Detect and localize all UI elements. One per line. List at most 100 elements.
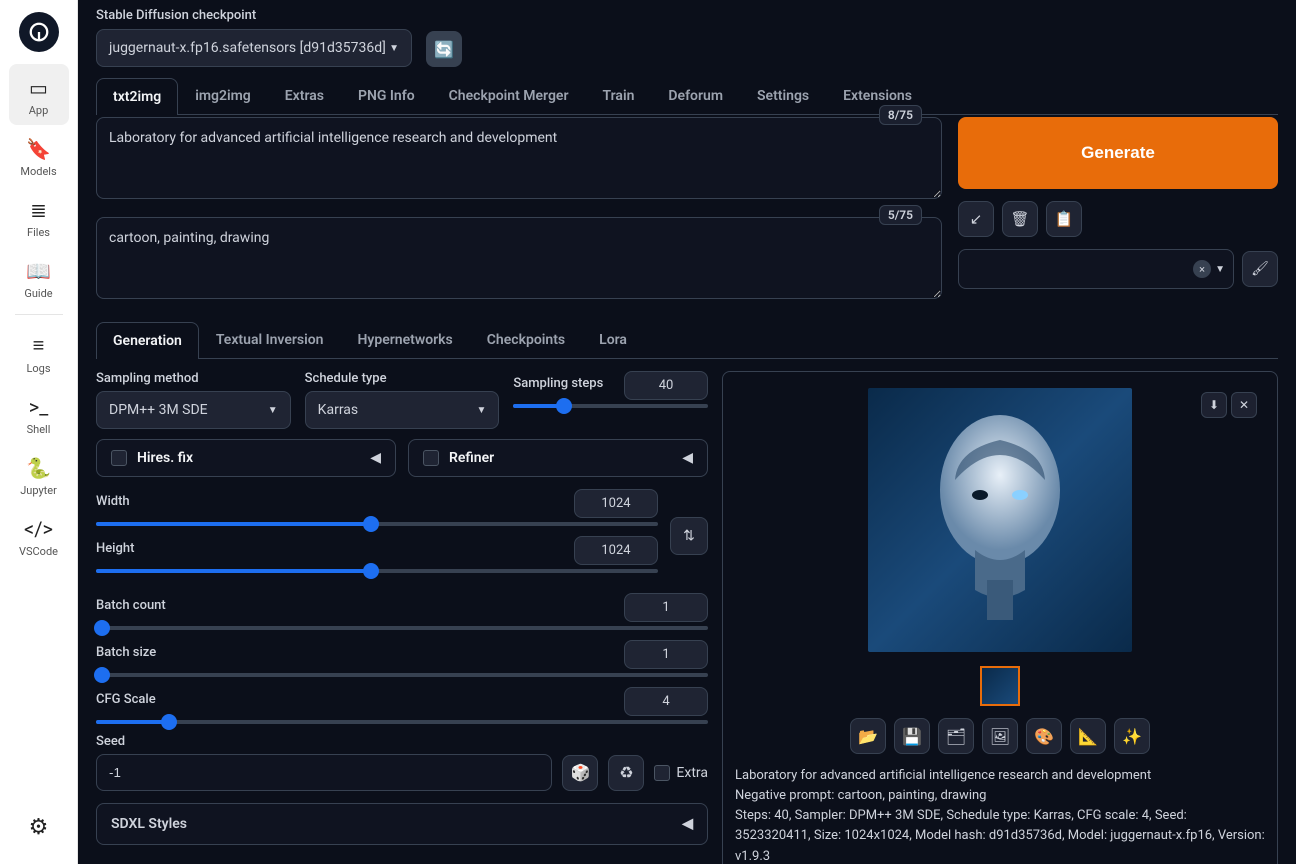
tab-deforum[interactable]: Deforum bbox=[651, 77, 740, 114]
schedule-type-select[interactable]: Karras ▼ bbox=[305, 391, 500, 429]
tab-train[interactable]: Train bbox=[586, 77, 652, 114]
output-thumbnail[interactable] bbox=[980, 666, 1020, 706]
height-value[interactable]: 1024 bbox=[574, 536, 658, 565]
code-icon: </> bbox=[24, 517, 53, 541]
sidebar-item-logs[interactable]: ≡ Logs bbox=[9, 321, 69, 383]
clear-style-button[interactable]: × bbox=[1193, 260, 1211, 278]
seed-input[interactable] bbox=[96, 754, 552, 791]
schedule-type-value: Karras bbox=[318, 402, 358, 418]
expand-left-icon: ◀ bbox=[370, 450, 381, 466]
archive-icon: 🗂 bbox=[946, 727, 966, 746]
seed-extra-checkbox[interactable] bbox=[654, 765, 670, 781]
expand-left-icon: ◀ bbox=[682, 816, 693, 832]
paste-button[interactable]: 📋 bbox=[1046, 201, 1082, 237]
hires-fix-checkbox[interactable] bbox=[111, 450, 127, 466]
hires-fix-toggle[interactable]: Hires. fix ◀ bbox=[96, 439, 396, 477]
send-extras-button[interactable]: 📐 bbox=[1070, 718, 1106, 754]
sidebar-item-app[interactable]: ▭ App bbox=[9, 64, 69, 125]
height-slider[interactable] bbox=[96, 569, 658, 573]
refiner-checkbox[interactable] bbox=[423, 450, 439, 466]
chevron-down-icon: ▼ bbox=[1215, 264, 1225, 275]
prompt-input[interactable] bbox=[96, 117, 942, 199]
subtab-generation[interactable]: Generation bbox=[96, 322, 199, 359]
sampling-method-value: DPM++ 3M SDE bbox=[109, 402, 208, 418]
cfg-scale-value[interactable]: 4 bbox=[624, 687, 708, 716]
checkpoint-label: Stable Diffusion checkpoint bbox=[96, 8, 412, 23]
tab-img2img[interactable]: img2img bbox=[178, 77, 268, 114]
sampling-method-select[interactable]: DPM++ 3M SDE ▼ bbox=[96, 391, 291, 429]
interrogate-button[interactable]: ↙ bbox=[958, 201, 994, 237]
close-image-button[interactable]: ✕ bbox=[1231, 392, 1257, 418]
sidebar-item-vscode[interactable]: </> VSCode bbox=[9, 505, 69, 566]
width-label: Width bbox=[96, 494, 130, 509]
output-image[interactable] bbox=[868, 388, 1132, 652]
output-meta-line: Steps: 40, Sampler: DPM++ 3M SDE, Schedu… bbox=[735, 806, 1265, 864]
subtab-hypernetworks[interactable]: Hypernetworks bbox=[341, 321, 470, 358]
clear-button[interactable]: 🗑 bbox=[1002, 201, 1038, 237]
edit-styles-button[interactable]: 🖌 bbox=[1242, 251, 1278, 287]
height-label: Height bbox=[96, 541, 134, 556]
seed-extra-label: Extra bbox=[676, 765, 708, 781]
subtab-checkpoints[interactable]: Checkpoints bbox=[470, 321, 582, 358]
bars-icon: ≡ bbox=[33, 333, 45, 358]
brush-icon: 🖌 bbox=[1251, 261, 1269, 277]
negprompt-token-counter: 5/75 bbox=[879, 205, 922, 225]
sidebar-item-files[interactable]: ≣ Files bbox=[9, 186, 69, 247]
sidebar-item-guide[interactable]: 📖 Guide bbox=[9, 247, 69, 308]
refiner-toggle[interactable]: Refiner ◀ bbox=[408, 439, 708, 477]
batch-size-value[interactable]: 1 bbox=[624, 640, 708, 669]
sidebar-item-shell[interactable]: >_ Shell bbox=[9, 383, 69, 444]
sidebar-settings[interactable]: ⚙ bbox=[9, 803, 69, 852]
width-slider[interactable] bbox=[96, 522, 658, 526]
subtab-textual-inversion[interactable]: Textual Inversion bbox=[199, 321, 341, 358]
width-value[interactable]: 1024 bbox=[574, 489, 658, 518]
picture-icon: 🖼 bbox=[990, 727, 1010, 746]
checkpoint-select[interactable]: juggernaut-x.fp16.safetensors [d91d35736… bbox=[96, 29, 412, 67]
sidebar-item-label: Logs bbox=[26, 362, 50, 375]
app-icon: ▭ bbox=[29, 76, 48, 100]
layers-icon: ≣ bbox=[30, 198, 47, 222]
output-prompt-line: Laboratory for advanced artificial intel… bbox=[735, 766, 1265, 786]
batch-count-value[interactable]: 1 bbox=[624, 593, 708, 622]
refresh-icon: 🔄 bbox=[434, 40, 454, 59]
tab-pnginfo[interactable]: PNG Info bbox=[341, 77, 432, 114]
tab-txt2img[interactable]: txt2img bbox=[96, 78, 178, 115]
upscale-button[interactable]: ✨ bbox=[1114, 718, 1150, 754]
send-inpaint-button[interactable]: 🎨 bbox=[1026, 718, 1062, 754]
tab-extras[interactable]: Extras bbox=[268, 77, 341, 114]
sdxl-styles-accordion[interactable]: SDXL Styles ◀ bbox=[96, 803, 708, 845]
save-button[interactable]: 💾 bbox=[894, 718, 930, 754]
download-image-button[interactable]: ⬇ bbox=[1201, 392, 1227, 418]
sampling-steps-slider[interactable] bbox=[513, 404, 708, 408]
sampling-steps-label: Sampling steps bbox=[513, 376, 603, 391]
sampling-method-label: Sampling method bbox=[96, 371, 291, 386]
swap-dimensions-button[interactable]: ⇅ bbox=[670, 517, 708, 555]
batch-size-slider[interactable] bbox=[96, 673, 708, 677]
cfg-scale-slider[interactable] bbox=[96, 720, 708, 724]
gear-icon: ⚙ bbox=[29, 815, 49, 840]
download-icon: ⬇ bbox=[1209, 398, 1219, 412]
output-negprompt-line: Negative prompt: cartoon, painting, draw… bbox=[735, 786, 1265, 806]
output-panel: ⬇ ✕ bbox=[722, 371, 1278, 864]
subtab-lora[interactable]: Lora bbox=[582, 321, 644, 358]
robot-image bbox=[915, 410, 1085, 620]
open-folder-button[interactable]: 📂 bbox=[850, 718, 886, 754]
batch-count-slider[interactable] bbox=[96, 626, 708, 630]
sidebar-item-jupyter[interactable]: 🐍 Jupyter bbox=[9, 444, 69, 505]
send-img2img-button[interactable]: 🖼 bbox=[982, 718, 1018, 754]
refresh-button[interactable]: 🔄 bbox=[426, 31, 462, 67]
random-seed-button[interactable]: 🎲 bbox=[562, 755, 598, 791]
batch-count-label: Batch count bbox=[96, 598, 166, 613]
tab-settings[interactable]: Settings bbox=[740, 77, 826, 114]
negative-prompt-input[interactable] bbox=[96, 217, 942, 299]
generate-button[interactable]: Generate bbox=[958, 117, 1278, 189]
sampling-steps-value[interactable]: 40 bbox=[624, 371, 708, 400]
tab-ckptmerger[interactable]: Checkpoint Merger bbox=[432, 77, 586, 114]
chevron-down-icon: ▼ bbox=[268, 405, 278, 416]
sidebar-item-label: App bbox=[29, 104, 49, 117]
reuse-seed-button[interactable]: ♻ bbox=[608, 755, 644, 791]
styles-select[interactable]: × ▼ bbox=[958, 249, 1234, 289]
sidebar-item-models[interactable]: 🔖 Models bbox=[9, 125, 69, 186]
zip-button[interactable]: 🗂 bbox=[938, 718, 974, 754]
terminal-icon: >_ bbox=[29, 395, 48, 419]
